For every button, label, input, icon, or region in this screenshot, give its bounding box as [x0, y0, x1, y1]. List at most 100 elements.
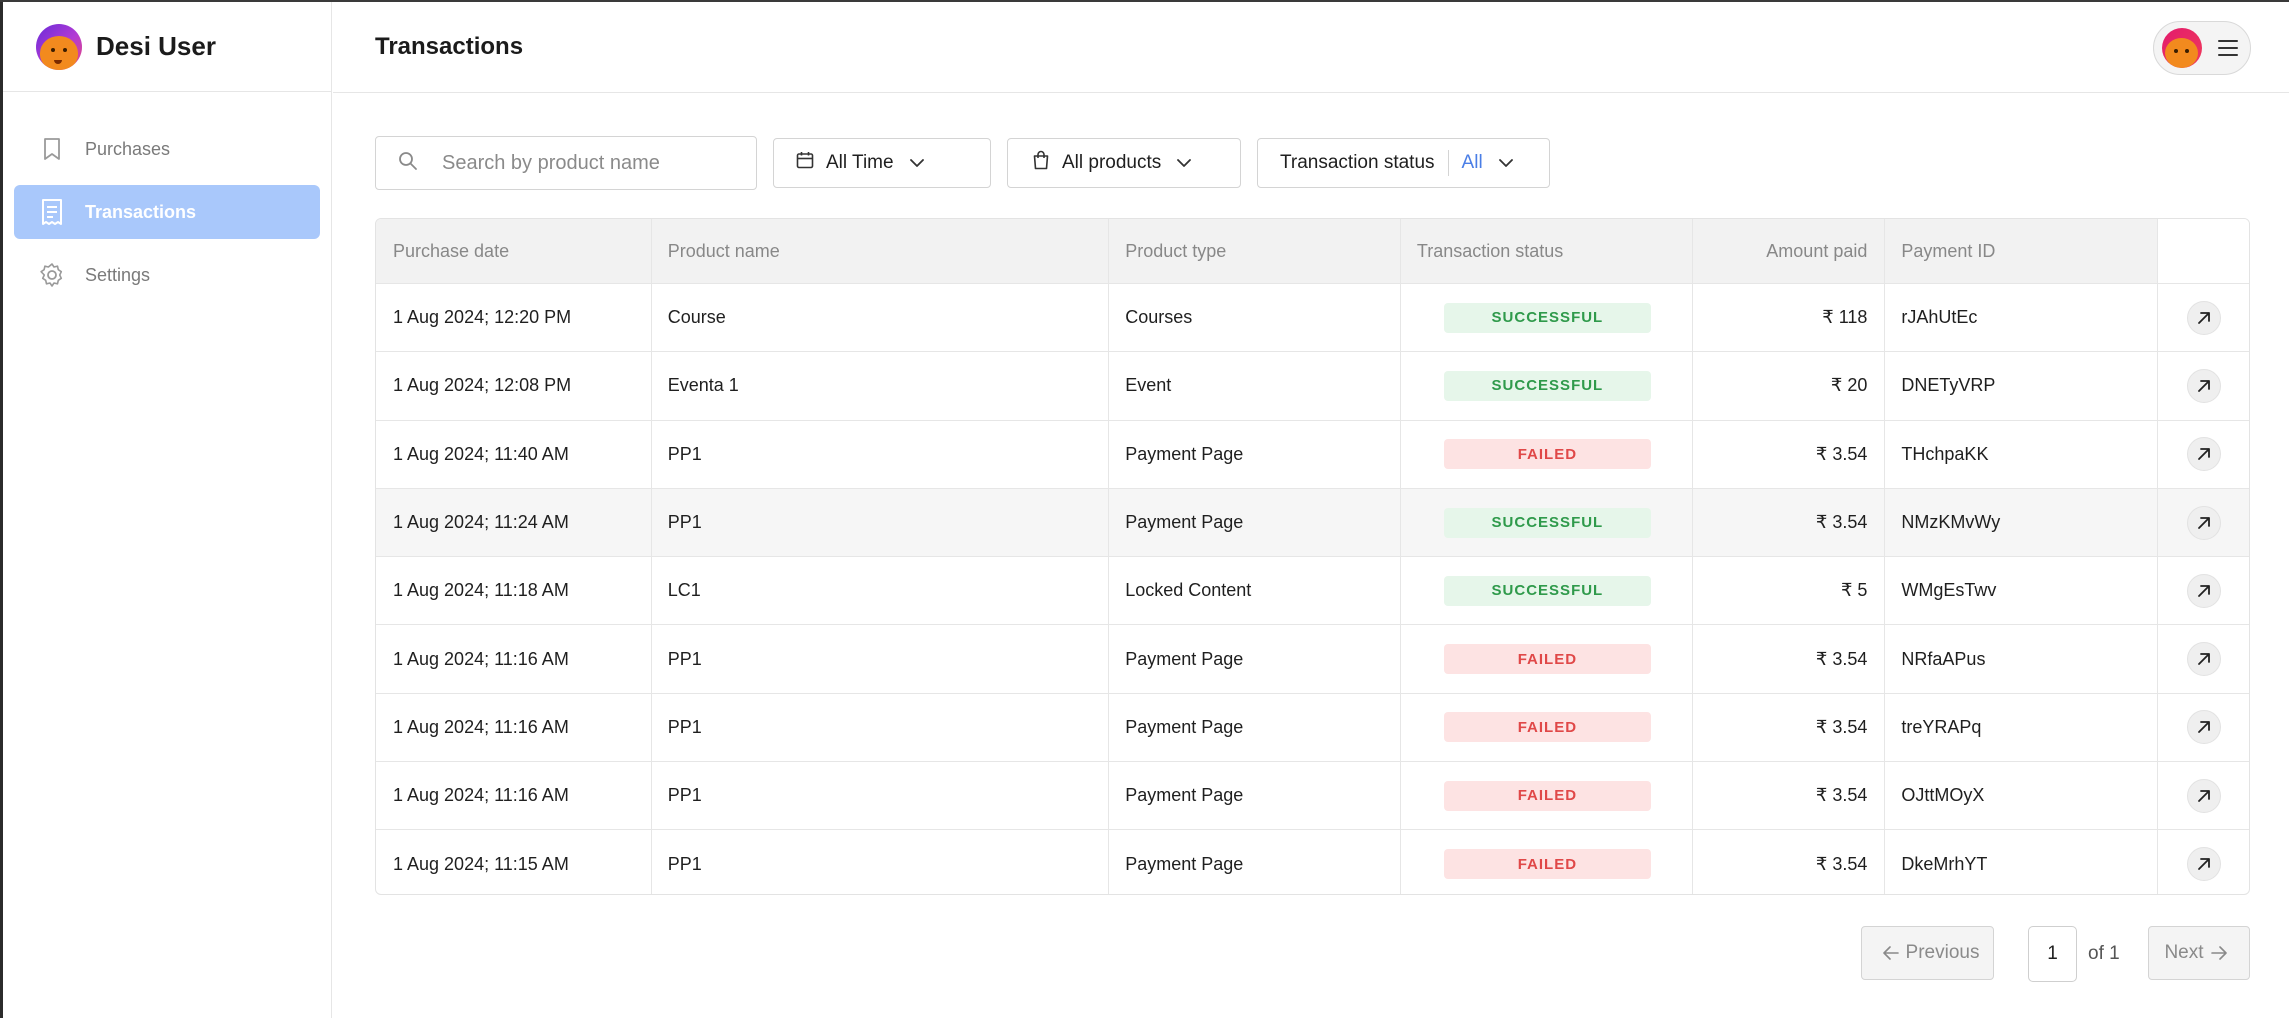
- open-transaction-button[interactable]: [2186, 437, 2221, 472]
- table-body: 1 Aug 2024; 12:20 PM Course Courses SUCCESS…: [376, 283, 2249, 894]
- open-transaction-button[interactable]: [2186, 573, 2221, 608]
- cell-payment-id: rJAhUtEc: [1885, 284, 2159, 352]
- cell-payment-id: NRfaAPus: [1885, 625, 2159, 693]
- open-transaction-button[interactable]: [2186, 847, 2221, 882]
- arrow-up-right-icon: [2197, 311, 2210, 324]
- table-row[interactable]: 1 Aug 2024; 11:16 AM PP1 Payment Page FAILE…: [376, 624, 2249, 693]
- header: Transactions: [333, 2, 2289, 93]
- cell-payment-id: THchpaKK: [1885, 420, 2159, 488]
- status-filter-dropdown[interactable]: Transaction status All: [1257, 138, 1550, 188]
- open-transaction-button[interactable]: [2186, 642, 2221, 677]
- cell-actions: [2158, 489, 2249, 556]
- chevron-down-icon: [909, 158, 924, 168]
- open-transaction-button[interactable]: [2186, 300, 2221, 335]
- cell-transaction-status: SUCCESSFUL: [1401, 557, 1693, 625]
- cell-purchase-date: 1 Aug 2024; 11:16 AM: [376, 625, 652, 693]
- cell-payment-id: DNETyVRP: [1885, 352, 2159, 420]
- cell-amount-paid: ₹ 118: [1693, 284, 1886, 352]
- profile-menu-button[interactable]: [2153, 21, 2251, 75]
- table-row[interactable]: 1 Aug 2024; 12:20 PM Course Courses SUCCESS…: [376, 283, 2249, 352]
- open-transaction-button[interactable]: [2186, 368, 2221, 403]
- previous-label: Previous: [1905, 942, 1980, 963]
- cell-amount-paid: ₹ 3.54: [1693, 488, 1886, 557]
- products-filter-label: All products: [1062, 152, 1162, 173]
- table-header: Purchase date Product name Product type …: [376, 219, 2249, 283]
- column-header-product-name: Product name: [652, 219, 1110, 283]
- table-row[interactable]: 1 Aug 2024; 11:16 AM PP1 Payment Page FAILE…: [376, 692, 2249, 762]
- calendar-icon: [796, 151, 814, 175]
- table-row[interactable]: 1 Aug 2024; 11:18 AM LC1 Locked Content SUC…: [376, 556, 2249, 625]
- cell-transaction-status: FAILED: [1401, 762, 1693, 830]
- time-filter-label: All Time: [826, 152, 894, 173]
- brand: Desi User: [3, 2, 331, 92]
- previous-page-button[interactable]: Previous: [1861, 926, 1994, 980]
- time-filter-dropdown[interactable]: All Time: [773, 138, 991, 188]
- status-badge: FAILED: [1443, 849, 1651, 880]
- cell-transaction-status: FAILED: [1401, 830, 1693, 894]
- cell-amount-paid: ₹ 3.54: [1693, 625, 1886, 693]
- column-header-purchase-date: Purchase date: [376, 219, 652, 283]
- cell-product-name: PP1: [652, 830, 1110, 894]
- column-header-transaction-status: Transaction status: [1401, 219, 1693, 283]
- sidebar-item-label: Settings: [85, 264, 151, 285]
- transactions-table: Purchase date Product name Product type …: [375, 218, 2250, 895]
- sidebar: Desi User Purchases Transactions Setting…: [3, 2, 332, 1018]
- arrow-up-right-icon: [2197, 858, 2210, 870]
- cell-product-name: PP1: [652, 488, 1110, 557]
- status-badge: SUCCESSFUL: [1443, 370, 1651, 401]
- page-title: Transactions: [375, 33, 524, 60]
- cell-actions: [2158, 694, 2249, 761]
- page-number-input[interactable]: [2028, 926, 2077, 982]
- cell-product-name: PP1: [652, 762, 1110, 830]
- cell-product-type: Payment Page: [1109, 693, 1401, 762]
- shopping-bag-icon: [1032, 150, 1050, 176]
- cell-payment-id: OJttMOyX: [1885, 762, 2159, 830]
- cell-purchase-date: 1 Aug 2024; 11:16 AM: [376, 762, 652, 830]
- sidebar-item-purchases[interactable]: Purchases: [14, 122, 320, 176]
- table-row[interactable]: 1 Aug 2024; 11:24 AM PP1 Payment Page SUCCE…: [376, 487, 2249, 557]
- cell-transaction-status: FAILED: [1401, 693, 1693, 762]
- table-row[interactable]: 1 Aug 2024; 11:15 AM PP1 Payment Page FAILE…: [376, 829, 2249, 894]
- table-row[interactable]: 1 Aug 2024; 12:08 PM Eventa 1 Event SUCCESS…: [376, 351, 2249, 420]
- status-filter-value: All: [1461, 152, 1483, 173]
- arrow-up-right-icon: [2197, 721, 2210, 734]
- search-input[interactable]: [442, 151, 742, 175]
- open-transaction-button[interactable]: [2186, 710, 2221, 745]
- open-transaction-button[interactable]: [2186, 778, 2221, 813]
- open-transaction-button[interactable]: [2186, 505, 2221, 540]
- cell-transaction-status: SUCCESSFUL: [1401, 284, 1693, 352]
- cell-product-type: Payment Page: [1109, 420, 1401, 488]
- cell-purchase-date: 1 Aug 2024; 11:24 AM: [376, 488, 652, 557]
- cell-transaction-status: SUCCESSFUL: [1401, 352, 1693, 420]
- column-header-actions: [2158, 219, 2249, 283]
- chevron-down-icon: [1498, 158, 1513, 168]
- cell-actions: [2158, 762, 2249, 829]
- status-badge: FAILED: [1443, 780, 1651, 811]
- cell-product-type: Payment Page: [1109, 762, 1401, 830]
- arrow-up-right-icon: [2197, 448, 2210, 461]
- cell-product-name: Course: [652, 284, 1110, 352]
- cell-transaction-status: FAILED: [1401, 625, 1693, 693]
- cell-payment-id: NMzKMvWy: [1885, 488, 2159, 557]
- arrow-left-icon: [1882, 946, 1899, 960]
- cell-payment-id: DkeMrhYT: [1885, 830, 2159, 894]
- cell-purchase-date: 1 Aug 2024; 11:16 AM: [376, 693, 652, 762]
- arrow-right-icon: [2210, 946, 2227, 960]
- table-row[interactable]: 1 Aug 2024; 11:16 AM PP1 Payment Page FAILE…: [376, 761, 2249, 830]
- cell-actions: [2158, 557, 2249, 624]
- products-filter-dropdown[interactable]: All products: [1007, 138, 1241, 188]
- cell-product-type: Courses: [1109, 284, 1401, 352]
- table-row[interactable]: 1 Aug 2024; 11:40 AM PP1 Payment Page FAILE…: [376, 419, 2249, 488]
- cell-purchase-date: 1 Aug 2024; 11:15 AM: [376, 830, 652, 894]
- hamburger-menu-icon: [2218, 40, 2238, 56]
- sidebar-item-settings[interactable]: Settings: [14, 248, 320, 302]
- chevron-down-icon: [1177, 158, 1192, 168]
- cell-purchase-date: 1 Aug 2024; 12:08 PM: [376, 352, 652, 420]
- sidebar-item-transactions[interactable]: Transactions: [14, 185, 320, 239]
- next-page-button[interactable]: Next: [2148, 926, 2250, 980]
- cell-product-name: PP1: [652, 693, 1110, 762]
- cell-purchase-date: 1 Aug 2024; 11:40 AM: [376, 420, 652, 488]
- brand-avatar: [36, 23, 82, 70]
- next-label: Next: [2164, 942, 2204, 963]
- filters-bar: All Time All products Transaction status…: [375, 136, 1550, 190]
